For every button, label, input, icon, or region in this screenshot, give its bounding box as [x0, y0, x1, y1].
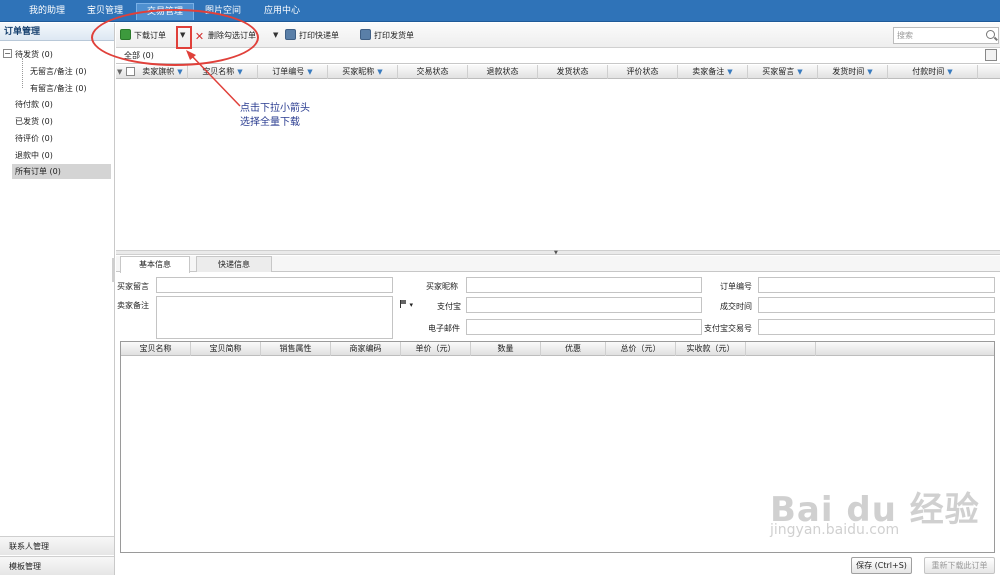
tree-connector [22, 58, 23, 88]
annotation-highlight-box [176, 26, 192, 49]
col-ship-time[interactable]: 发货时间 ▼ [818, 65, 888, 79]
annotation-text: 点击下拉小箭头 选择全量下载 [240, 102, 310, 130]
col-quantity[interactable]: 数量 [471, 342, 541, 356]
col-review-status[interactable]: 评价状态 [608, 65, 678, 79]
label-alipay: 支付宝 [437, 302, 461, 311]
buyer-message-field[interactable] [156, 277, 393, 293]
col-item-name[interactable]: 宝贝名称 [121, 342, 191, 356]
col-buyer-nick[interactable]: 买家昵称 ▼ [328, 65, 398, 79]
filter-icon: ▼ [867, 68, 873, 76]
tree-item-all-orders[interactable]: 所有订单 (0) [12, 164, 111, 179]
watermark-url: jingyan.baidu.com [770, 522, 900, 538]
tree-item-shipped[interactable]: 已发货 (0) [15, 114, 53, 129]
tree-item-no-message[interactable]: 无留言/备注 (0) [30, 64, 87, 79]
nav-tab-apps[interactable]: 应用中心 [253, 3, 311, 20]
flag-icon [400, 300, 407, 308]
baidu-watermark: Bai du 经验 jingyan.baidu.com [770, 482, 980, 538]
printer-icon [360, 29, 371, 40]
annotation-line-1: 点击下拉小箭头 [240, 103, 310, 114]
search-icon[interactable] [986, 30, 995, 39]
col-seller-note[interactable]: 卖家备注 ▼ [678, 65, 748, 79]
label-email: 电子邮件 [428, 324, 460, 333]
col-merchant-code[interactable]: 商家编码 [331, 342, 401, 356]
filter-icon: ▼ [797, 68, 803, 76]
col-discount[interactable]: 优惠 [541, 342, 606, 356]
label-buyer-message: 买家留言 [117, 282, 149, 291]
tree-item-pending-pay[interactable]: 待付款 (0) [15, 97, 53, 112]
filter-icon: ▼ [377, 68, 383, 76]
flag-select[interactable]: ▾ [397, 298, 425, 312]
label-buyer-nick: 买家昵称 [426, 282, 458, 291]
col-refund-status[interactable]: 退款状态 [468, 65, 538, 79]
search-placeholder: 搜索 [897, 31, 913, 40]
vertical-splitter[interactable] [112, 258, 115, 282]
print-delivery-label: 打印发货单 [374, 31, 414, 40]
sidebar-templates[interactable]: 模板管理 [0, 556, 114, 575]
print-express-button[interactable]: 打印快递单 [285, 29, 339, 43]
delete-dropdown-caret[interactable]: ▼ [273, 29, 281, 41]
horizontal-splitter[interactable]: ▼ [116, 250, 1000, 256]
tab-basic-info[interactable]: 基本信息 [120, 256, 190, 273]
items-grid-header: 宝贝名称 宝贝简称 销售属性 商家编码 单价（元） 数量 优惠 总价（元） 实收… [121, 342, 994, 356]
label-order-no: 订单编号 [720, 282, 752, 291]
col-trade-status[interactable]: 交易状态 [398, 65, 468, 79]
filter-icon: ▼ [727, 68, 733, 76]
col-ship-status[interactable]: 发货状态 [538, 65, 608, 79]
tree-item-has-message[interactable]: 有留言/备注 (0) [30, 81, 87, 96]
annotation-line-2: 选择全量下载 [240, 117, 300, 128]
alipay-field[interactable] [466, 297, 702, 313]
alipay-trade-no-field[interactable] [758, 319, 995, 335]
col-received[interactable]: 实收款（元） [676, 342, 746, 356]
col-spacer [746, 342, 816, 356]
nav-tab-assistant[interactable]: 我的助理 [18, 3, 76, 20]
tree-item-refunding[interactable]: 退款中 (0) [15, 148, 53, 163]
col-sale-attr[interactable]: 销售属性 [261, 342, 331, 356]
collapse-icon[interactable]: − [3, 49, 12, 58]
deal-time-field[interactable] [758, 297, 995, 313]
label-seller-note: 卖家备注 [117, 301, 149, 310]
label-alipay-trade-no: 支付宝交易号 [704, 324, 752, 333]
printer-icon [285, 29, 296, 40]
col-buyer-message[interactable]: 买家留言 ▼ [748, 65, 818, 79]
sidebar-contacts[interactable]: 联系人管理 [0, 536, 114, 555]
print-delivery-button[interactable]: 打印发货单 [360, 29, 414, 43]
col-order-no[interactable]: 订单编号 ▼ [258, 65, 328, 79]
splitter-grip-icon[interactable]: ▼ [554, 251, 558, 256]
order-no-field[interactable] [758, 277, 995, 293]
select-all-checkbox[interactable] [126, 67, 135, 76]
email-field[interactable] [466, 319, 702, 335]
tree-item-pending-review[interactable]: 待评价 (0) [15, 131, 53, 146]
search-input[interactable]: 搜索 [893, 27, 999, 44]
tab-express-info[interactable]: 快递信息 [196, 256, 272, 272]
seller-note-field[interactable] [156, 296, 393, 339]
sort-caret-icon[interactable]: ▼ [117, 65, 122, 79]
label-deal-time: 成交时间 [720, 302, 752, 311]
print-express-label: 打印快递单 [299, 31, 339, 40]
save-button[interactable]: 保存 (Ctrl+S) [851, 557, 912, 574]
col-pay-time[interactable]: 付款时间 ▼ [888, 65, 978, 79]
tree-item-pending-ship[interactable]: 待发货 (0) [15, 47, 53, 62]
col-item-short[interactable]: 宝贝简称 [191, 342, 261, 356]
col-unit-price[interactable]: 单价（元） [401, 342, 471, 356]
redownload-order-button[interactable]: 重新下载此订单 [924, 557, 995, 574]
col-total-price[interactable]: 总价（元） [606, 342, 676, 356]
filter-icon: ▼ [307, 68, 313, 76]
buyer-nick-field[interactable] [466, 277, 702, 293]
detail-tabs: 基本信息 快递信息 [116, 256, 1000, 273]
edit-icon[interactable] [985, 49, 997, 61]
filter-icon: ▼ [947, 68, 953, 76]
